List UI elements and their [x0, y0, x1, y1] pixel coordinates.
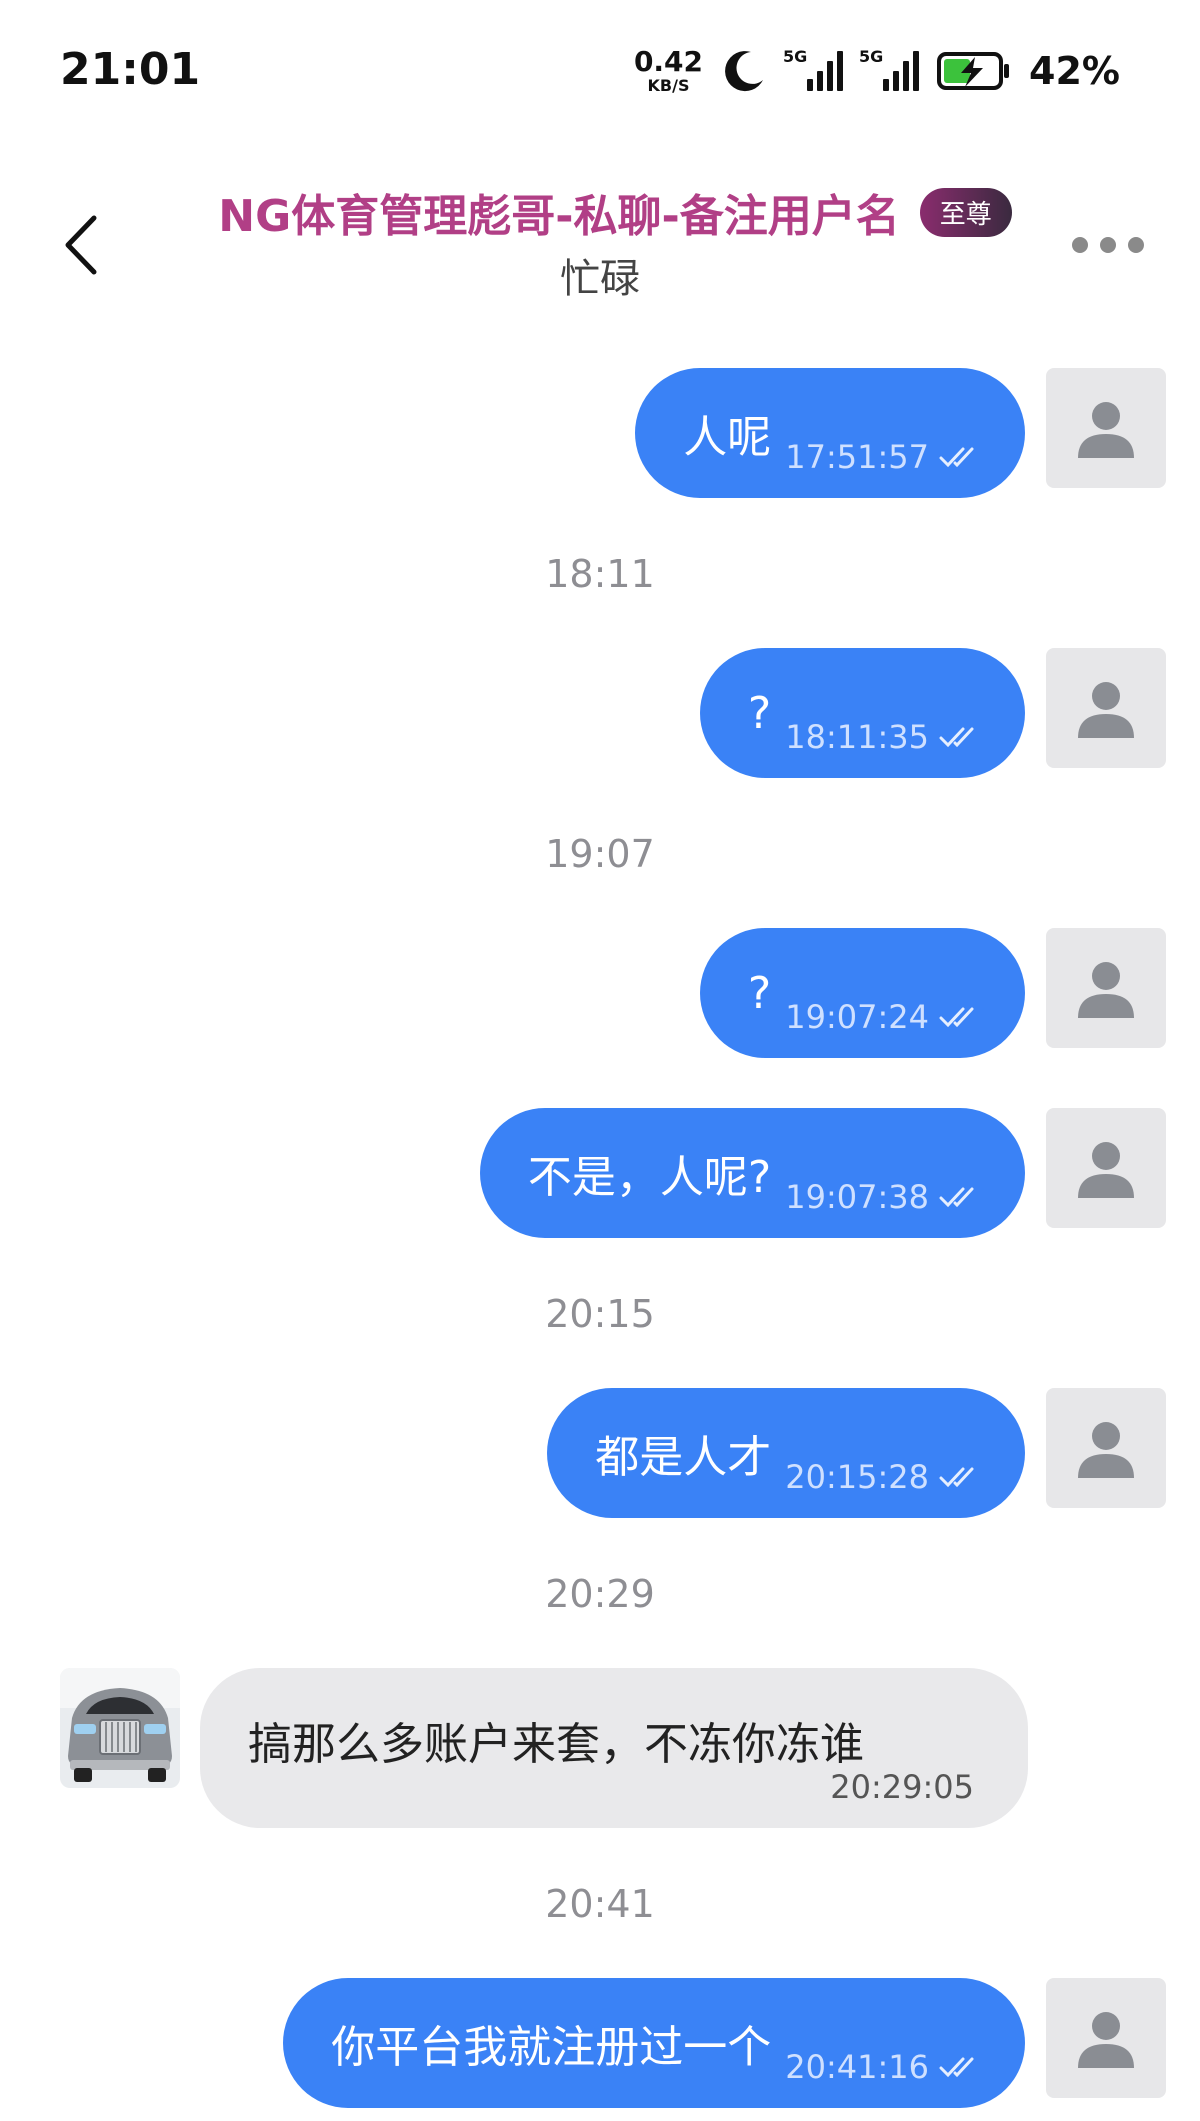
message-text: 人呢 — [683, 412, 772, 463]
chat-header: NG体育管理彪哥-私聊-备注用户名 至尊 忙碌 — [0, 160, 1200, 310]
network-speed: 0.42 KB/S — [634, 48, 703, 94]
double-check-icon — [939, 2057, 974, 2078]
outgoing-message[interactable]: 你平台我就注册过一个 20:41:16 — [283, 1978, 1025, 2108]
message-text: ? — [747, 967, 772, 1019]
message-text: 都是人才 — [595, 1432, 772, 1483]
signal-sim1-icon: 5G — [783, 47, 844, 91]
message-time: 18:11:35 — [785, 718, 929, 756]
incoming-message[interactable]: 搞那么多账户来套，不冻你冻谁 20:29:05 — [200, 1668, 1028, 1828]
message-text: 搞那么多账户来套，不冻你冻谁 — [248, 1719, 864, 1770]
user-placeholder-icon — [1078, 402, 1134, 458]
message-time: 19:07:38 — [785, 1178, 929, 1216]
vip-badge: 至尊 — [919, 187, 1012, 237]
message-text: ? — [747, 687, 772, 739]
time-separator: 20:29 — [545, 1572, 655, 1616]
double-check-icon — [939, 447, 974, 468]
user-placeholder-icon — [1078, 1422, 1134, 1478]
network-speed-unit: KB/S — [647, 76, 690, 95]
message-meta: 20:41:16 — [785, 2048, 981, 2086]
more-options-button[interactable] — [1072, 230, 1152, 260]
message-time: 20:15:28 — [785, 1458, 929, 1496]
self-avatar[interactable] — [1046, 648, 1166, 768]
outgoing-message[interactable]: ? 18:11:35 — [699, 648, 1025, 778]
user-placeholder-icon — [1078, 682, 1134, 738]
message-list: 人呢 17:51:57 18:11 ? 18:11:35 19:07 ? 19:… — [0, 0, 1200, 2121]
signal-sim2-label: 5G — [859, 47, 884, 66]
time-separator: 19:07 — [545, 832, 655, 876]
battery-charging-icon — [937, 52, 1010, 90]
double-check-icon — [939, 1007, 974, 1028]
message-meta: 19:07:38 — [785, 1178, 981, 1216]
message-meta: 20:15:28 — [785, 1458, 981, 1496]
message-meta: 18:11:35 — [785, 718, 981, 756]
self-avatar[interactable] — [1046, 928, 1166, 1048]
message-meta: 19:07:24 — [785, 998, 981, 1036]
time-separator: 20:41 — [545, 1882, 655, 1926]
battery-percent: 42% — [1029, 49, 1120, 93]
message-text: 不是，人呢? — [527, 1152, 772, 1203]
car-avatar-icon — [60, 1668, 180, 1788]
status-time: 21:01 — [60, 44, 201, 95]
time-separator: 20:15 — [545, 1292, 655, 1336]
status-bar: 21:01 0.42 KB/S 5G 5G 42% — [0, 0, 1200, 140]
double-check-icon — [939, 727, 974, 748]
moon-icon — [725, 51, 764, 92]
user-placeholder-icon — [1078, 2012, 1134, 2068]
message-text: 你平台我就注册过一个 — [331, 2022, 772, 2073]
contact-avatar[interactable] — [60, 1668, 180, 1788]
chat-title-row[interactable]: NG体育管理彪哥-私聊-备注用户名 至尊 — [200, 180, 1030, 244]
signal-sim1-label: 5G — [783, 47, 808, 66]
message-meta: 17:51:57 — [785, 438, 981, 476]
double-check-icon — [939, 1467, 974, 1488]
message-time: 20:29:05 — [830, 1768, 974, 1806]
chat-screen: 21:01 0.42 KB/S 5G 5G 42% NG体育管理彪哥-私聊-备注… — [0, 0, 1200, 2121]
message-time: 19:07:24 — [785, 998, 929, 1036]
self-avatar[interactable] — [1046, 1108, 1166, 1228]
double-check-icon — [939, 1187, 974, 1208]
network-speed-value: 0.42 — [633, 45, 704, 78]
outgoing-message[interactable]: ? 19:07:24 — [699, 928, 1025, 1058]
time-separator: 18:11 — [545, 552, 655, 596]
self-avatar[interactable] — [1046, 1978, 1166, 2098]
more-dot-icon — [1128, 237, 1144, 253]
chat-title: NG体育管理彪哥-私聊-备注用户名 — [218, 191, 900, 242]
more-dot-icon — [1100, 237, 1116, 253]
status-icons: 0.42 KB/S 5G 5G 42% — [634, 46, 1120, 96]
signal-sim2-icon: 5G — [859, 47, 920, 91]
user-placeholder-icon — [1078, 962, 1134, 1018]
message-time: 20:41:16 — [785, 2048, 929, 2086]
more-dot-icon — [1072, 237, 1088, 253]
contact-status: 忙碌 — [560, 256, 640, 302]
self-avatar[interactable] — [1046, 1388, 1166, 1508]
outgoing-message[interactable]: 人呢 17:51:57 — [635, 368, 1025, 498]
message-time: 17:51:57 — [785, 438, 929, 476]
outgoing-message[interactable]: 不是，人呢? 19:07:38 — [479, 1108, 1025, 1238]
user-placeholder-icon — [1078, 1142, 1134, 1198]
outgoing-message[interactable]: 都是人才 20:15:28 — [547, 1388, 1025, 1518]
self-avatar[interactable] — [1046, 368, 1166, 488]
